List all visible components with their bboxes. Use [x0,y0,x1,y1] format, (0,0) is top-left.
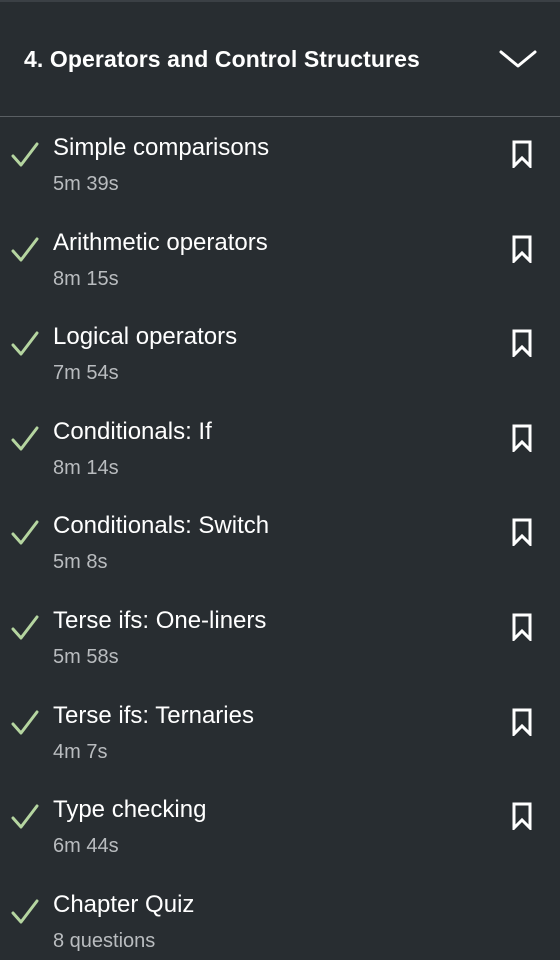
lesson-title: Conditionals: Switch [53,512,270,540]
lesson-duration: 5m 39s [53,173,119,195]
lesson-item[interactable]: Logical operators 7m 54s [0,306,560,401]
check-icon [10,614,40,642]
course-chapter-panel: 4. Operators and Control Structures Simp… [0,0,560,960]
lesson-duration: 4m 7s [53,740,108,763]
lesson-duration: 7m 54s [53,362,119,385]
check-icon [10,519,40,547]
lesson-item[interactable]: Conditionals: Switch 5m 8s [0,495,560,590]
lesson-duration: 8m 14s [53,456,119,479]
bookmark-icon[interactable] [510,801,534,831]
quiz-title: Chapter Quiz [53,890,195,918]
lesson-item[interactable]: Terse ifs: One-liners 5m 58s [0,590,560,685]
lesson-duration: 6m 44s [53,835,119,858]
bookmark-icon[interactable] [510,234,534,264]
bookmark-icon[interactable] [510,612,534,642]
chapter-header[interactable]: 4. Operators and Control Structures [0,2,560,116]
chevron-down-icon[interactable] [498,47,538,71]
bookmark-icon[interactable] [510,517,534,547]
lesson-title: Type checking [53,796,207,824]
lesson-duration: 8m 15s [53,267,119,290]
bookmark-icon[interactable] [510,139,534,169]
lesson-title: Logical operators [53,323,238,351]
check-icon [10,141,40,169]
quiz-question-count: 8 questions [53,929,156,952]
bookmark-icon[interactable] [510,328,534,358]
bookmark-icon[interactable] [510,423,534,453]
check-icon [10,236,40,264]
quiz-item[interactable]: Chapter Quiz 8 questions [0,874,560,960]
lesson-list: Simple comparisons 5m 39s Arithmetic ope… [0,117,560,960]
lesson-item[interactable]: Arithmetic operators 8m 15s [0,212,560,307]
check-icon [10,803,40,831]
lesson-duration: 5m 8s [53,551,108,574]
check-icon [10,709,40,737]
chapter-title: 4. Operators and Control Structures [24,45,420,72]
check-icon [10,898,40,926]
lesson-item[interactable]: Conditionals: If 8m 14s [0,401,560,496]
lesson-title: Conditionals: If [53,417,212,445]
lesson-title: Simple comparisons [53,134,270,161]
lesson-item[interactable]: Simple comparisons 5m 39s [0,117,560,212]
check-icon [10,425,40,453]
bookmark-icon[interactable] [510,707,534,737]
lesson-title: Terse ifs: One-liners [53,606,267,634]
check-icon [10,330,40,358]
lesson-item[interactable]: Terse ifs: Ternaries 4m 7s [0,685,560,780]
lesson-item[interactable]: Type checking 6m 44s [0,779,560,874]
lesson-title: Arithmetic operators [53,228,268,256]
lesson-title: Terse ifs: Ternaries [53,701,254,729]
lesson-duration: 5m 58s [53,645,119,668]
